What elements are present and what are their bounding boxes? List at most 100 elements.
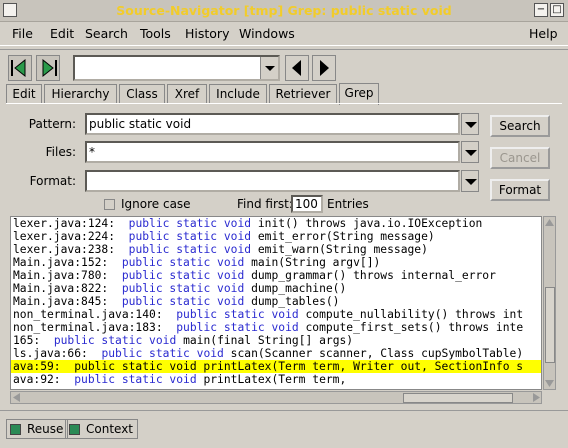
window-title: Source-Navigator [tmp] Grep: public stat… (116, 3, 452, 18)
result-row[interactable]: ls.java:66: public static void scan(Scan… (11, 347, 541, 360)
context-checkbox-icon (69, 424, 80, 435)
result-row[interactable]: ava:59: public static void printLatex(Te… (11, 360, 541, 373)
tab-hierarchy[interactable]: Hierarchy (44, 84, 117, 104)
result-location: Main.java:822: (13, 282, 109, 295)
pattern-label: Pattern: (28, 117, 76, 131)
vertical-scroll-thumb[interactable] (545, 287, 555, 363)
keyword-highlight: public static void (176, 321, 299, 334)
location-combo[interactable] (73, 55, 280, 81)
vertical-scrollbar[interactable] (543, 216, 556, 390)
keyword-highlight: public static void (74, 373, 197, 386)
scroll-left-icon[interactable] (12, 392, 22, 403)
files-input[interactable]: * (85, 141, 460, 163)
result-row[interactable]: 165: public static void main(final Strin… (11, 334, 541, 347)
keyword-highlight: public static void (53, 334, 177, 347)
minimize-button[interactable]: − (534, 3, 548, 17)
result-code: public static void dump_grammar() throws… (121, 269, 496, 282)
tab-grep[interactable]: Grep (339, 83, 379, 105)
pattern-dropdown-icon[interactable] (461, 113, 479, 135)
result-row[interactable]: Main.java:822: public static void dump_m… (11, 282, 541, 295)
history-forward-button[interactable] (312, 55, 336, 81)
search-button[interactable]: Search (490, 115, 550, 137)
ignore-case-checkbox[interactable] (104, 199, 115, 210)
keyword-highlight: public static void (121, 269, 245, 282)
result-row[interactable]: Main.java:780: public static void dump_g… (11, 269, 541, 282)
keyword-highlight: public static void (128, 217, 252, 230)
keyword-highlight: public static void (101, 347, 224, 360)
result-row[interactable]: lexer.java:224: public static void emit_… (11, 230, 541, 243)
result-location: non_terminal.java:140: (13, 308, 163, 321)
files-label: Files: (45, 145, 76, 159)
menu-windows[interactable]: Windows (239, 26, 295, 41)
scroll-down-icon[interactable] (544, 378, 555, 388)
result-code: public static void scan(Scanner scanner,… (101, 347, 524, 360)
keyword-highlight: public static void (128, 230, 252, 243)
files-dropdown-icon[interactable] (461, 141, 479, 163)
result-code: public static void main(final String[] a… (53, 334, 354, 347)
keyword-highlight: public static void (176, 308, 299, 321)
tab-edit[interactable]: Edit (6, 84, 42, 104)
reuse-label: Reuse (27, 422, 64, 436)
tab-retriever[interactable]: Retriever (269, 84, 337, 104)
result-row[interactable]: non_terminal.java:140: public static voi… (11, 308, 541, 321)
result-code: public static void init() throws java.io… (128, 217, 483, 230)
horizontal-scrollbar[interactable] (10, 391, 542, 404)
result-location: ava:59: (13, 360, 61, 373)
tab-xref[interactable]: Xref (167, 84, 207, 104)
result-location: Main.java:845: (13, 295, 109, 308)
result-row[interactable]: non_terminal.java:183: public static voi… (11, 321, 541, 334)
cancel-button[interactable]: Cancel (490, 147, 550, 169)
chevron-down-icon[interactable] (260, 57, 278, 79)
result-location: lexer.java:238: (13, 243, 116, 256)
back-button[interactable] (8, 55, 32, 81)
result-code: public static void dump_machine() (121, 282, 347, 295)
scroll-up-icon[interactable] (544, 218, 555, 228)
result-code: public static void compute_nullability()… (176, 308, 524, 321)
result-location: 165: (13, 334, 41, 347)
ignore-case-label: Ignore case (121, 197, 191, 211)
result-row[interactable]: ava:92: public static void printLatex(Te… (11, 373, 541, 386)
menu-help[interactable]: Help (529, 26, 558, 41)
result-code: public static void printLatex(Term term,… (60, 360, 524, 373)
format-dropdown-icon[interactable] (461, 170, 479, 192)
reuse-checkbox-icon (10, 424, 21, 435)
history-back-button[interactable] (285, 55, 309, 81)
left-arrow-icon (292, 60, 301, 76)
result-location: lexer.java:124: (13, 217, 116, 230)
tab-class[interactable]: Class (119, 84, 165, 104)
result-location: lexer.java:224: (13, 230, 116, 243)
menu-edit[interactable]: Edit (50, 26, 74, 41)
context-toggle[interactable]: Context (65, 419, 139, 439)
forward-button[interactable] (36, 55, 60, 81)
result-row[interactable]: Main.java:152: public static void main(S… (11, 256, 541, 269)
menu-search[interactable]: Search (85, 26, 128, 41)
entries-label: Entries (327, 197, 369, 211)
status-bar: Reuse Context (0, 410, 568, 448)
reuse-toggle[interactable]: Reuse (6, 419, 69, 439)
result-row[interactable]: lexer.java:124: public static void init(… (11, 217, 541, 230)
grep-panel: Pattern: public static void Search Files… (6, 103, 562, 213)
menu-history[interactable]: History (185, 26, 229, 41)
result-code: public static void emit_warn(String mess… (128, 243, 428, 256)
format-button[interactable]: Format (490, 179, 550, 201)
find-first-input[interactable]: 100 (291, 195, 323, 213)
result-code: public static void emit_error(String mes… (128, 230, 435, 243)
find-first-label: Find first: (237, 197, 293, 211)
result-row[interactable]: Main.java:845: public static void dump_t… (11, 295, 541, 308)
grep-results-list[interactable]: lexer.java:124: public static void init(… (10, 216, 542, 390)
format-input[interactable] (85, 170, 460, 192)
result-row[interactable]: lexer.java:238: public static void emit_… (11, 243, 541, 256)
tab-include[interactable]: Include (209, 84, 267, 104)
scroll-right-icon[interactable] (531, 392, 541, 403)
menu-tools[interactable]: Tools (140, 26, 171, 41)
result-location: Main.java:780: (13, 269, 109, 282)
pattern-input[interactable]: public static void (85, 113, 460, 135)
horizontal-scroll-thumb[interactable] (403, 393, 513, 403)
forward-green-icon (42, 58, 57, 78)
format-label: Format: (29, 174, 76, 188)
result-location: Main.java:152: (13, 256, 109, 269)
result-location: ava:92: (13, 373, 61, 386)
menu-bar: File Edit Search Tools History Windows H… (0, 22, 568, 46)
menu-file[interactable]: File (12, 26, 33, 41)
close-button[interactable]: □ (550, 3, 564, 17)
